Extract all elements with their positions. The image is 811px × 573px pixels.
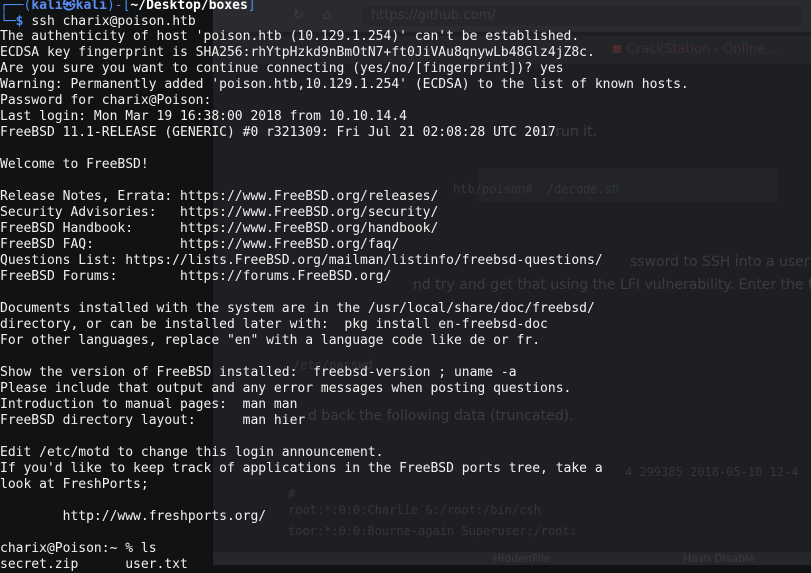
terminal-output-line: Documents installed with the system are … (0, 301, 595, 316)
prompt-corner: ┌──( (0, 0, 32, 13)
terminal-output-line: FreeBSD 11.1-RELEASE (GENERIC) #0 r32130… (0, 125, 556, 140)
prompt-bracket: ] (247, 0, 256, 13)
terminal-output-line: http://www.freshports.org/ (0, 509, 267, 524)
terminal-output-line: secret.zip user.txt (0, 557, 188, 572)
terminal-output-line: look at FreshPorts; (0, 477, 149, 492)
terminal-output-line: For other languages, replace "en" with a… (0, 333, 541, 348)
terminal-command-line: └─$ ssh charix@poison.htb (0, 14, 196, 30)
terminal-prompt-header: ┌──(kali㉿kali)-[~/Desktop/boxes] (0, 0, 256, 14)
terminal-output-line: FreeBSD FAQ: https://www.FreeBSD.org/faq… (0, 237, 400, 252)
terminal-command: ssh charix@poison.htb (31, 14, 196, 29)
terminal-output-line: Last login: Mon Mar 19 16:38:00 2018 fro… (0, 109, 407, 124)
terminal-output-line: Welcome to FreeBSD! (0, 157, 149, 172)
prompt-separator: )-[ (106, 0, 131, 13)
terminal-output-line: Are you sure you want to continue connec… (0, 61, 564, 76)
prompt-path: ~/Desktop/boxes (130, 0, 248, 13)
terminal-output-line: FreeBSD Forums: https://forums.FreeBSD.o… (0, 269, 392, 284)
terminal-output-line: Questions List: https://lists.FreeBSD.or… (0, 253, 603, 268)
prompt-user-host: kali㉿kali (31, 0, 107, 13)
terminal-output-line: Warning: Permanently added 'poison.htb,1… (0, 77, 689, 92)
terminal-output-line: FreeBSD directory layout: man hier (0, 413, 306, 428)
prompt-corner: └─ (0, 14, 16, 29)
terminal-output-line: The authenticity of host 'poison.htb (10… (0, 29, 580, 44)
terminal-output-line: If you'd like to keep track of applicati… (0, 461, 603, 476)
terminal-output-line: Show the version of FreeBSD installed: f… (0, 365, 517, 380)
terminal-output-line: Password for charix@Poison: (0, 93, 212, 108)
terminal-window[interactable]: ┌──(kali㉿kali)-[~/Desktop/boxes] └─$ ssh… (0, 0, 811, 572)
terminal-output-line: Edit /etc/motd to change this login anno… (0, 445, 384, 460)
terminal-output-line: Introduction to manual pages: man man (0, 397, 298, 412)
terminal-output-line: ECDSA key fingerprint is SHA256:rhYtpHzk… (0, 45, 595, 60)
terminal-output-line: FreeBSD Handbook: https://www.FreeBSD.or… (0, 221, 439, 236)
terminal-output-line: directory, or can be installed later wit… (0, 317, 548, 332)
terminal-output-line: Please include that output and any error… (0, 381, 572, 396)
terminal-output-line: charix@Poison:~ % ls (0, 541, 157, 556)
terminal-output-line: Security Advisories: https://www.FreeBSD… (0, 205, 439, 220)
terminal-output-line: Release Notes, Errata: https://www.FreeB… (0, 189, 439, 204)
